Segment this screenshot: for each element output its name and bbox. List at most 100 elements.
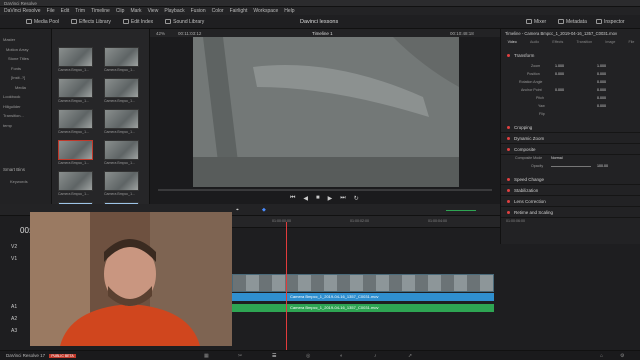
inspector-tab[interactable]: Transition <box>576 40 592 49</box>
bin-item[interactable]: Media <box>3 83 51 93</box>
menu-item[interactable]: View <box>148 8 159 14</box>
viewer-zoom[interactable]: 42% <box>156 31 165 36</box>
bin-item[interactable]: Master <box>3 35 51 45</box>
menu-item[interactable]: File <box>47 8 55 14</box>
opacity-value[interactable]: 100.00 <box>597 164 608 168</box>
menu-item[interactable]: Mark <box>130 8 141 14</box>
menu-item[interactable]: Clip <box>116 8 125 14</box>
audio-clip-a2[interactable]: Camera Bmpcc_1_2019-04-16_1357_C0031.mov <box>232 304 494 312</box>
zoom-x-value[interactable]: 1.000 <box>555 64 564 68</box>
rotation-value[interactable]: 0.000 <box>597 80 606 84</box>
enable-dot[interactable] <box>507 178 510 181</box>
inspector-section[interactable]: Stabilization <box>501 186 640 196</box>
composite-mode-select[interactable]: Normal <box>551 156 563 160</box>
track-label[interactable]: A3 <box>11 328 17 334</box>
loop-icon[interactable]: ↻ <box>354 195 359 202</box>
enable-dot[interactable] <box>507 126 510 129</box>
timeline-ruler[interactable]: 01:00:00:00 01:00:02:00 01:00:04:00 01:00:0… <box>232 216 525 228</box>
track-label[interactable]: V2 <box>11 244 17 250</box>
position-x-value[interactable]: 0.000 <box>555 72 564 76</box>
enable-dot[interactable] <box>507 211 510 214</box>
media-clip-thumbnail[interactable] <box>104 78 139 98</box>
enable-dot[interactable] <box>507 137 510 140</box>
menu-item[interactable]: Help <box>284 8 294 14</box>
inspector-tab[interactable]: Video <box>508 40 517 49</box>
inspector-button[interactable]: Inspector <box>590 15 631 29</box>
yaw-value[interactable]: 0.000 <box>597 104 606 108</box>
enable-dot[interactable] <box>507 189 510 192</box>
color-page-icon[interactable]: ◐ <box>340 353 343 359</box>
go-to-end-icon[interactable]: ⏭ <box>340 195 345 202</box>
media-clip-thumbnail[interactable] <box>104 47 139 67</box>
audio-clip-a1[interactable]: Camera Bmpcc_1_2019-04-16_1357_C0031.mov <box>232 293 494 301</box>
media-clip-thumbnail[interactable] <box>58 171 93 191</box>
bin-item[interactable]: Stone Titles <box>3 54 51 64</box>
sound-library-button[interactable]: Sound Library <box>159 15 210 29</box>
inspector-tab[interactable]: File <box>629 40 635 49</box>
media-clip-thumbnail[interactable] <box>104 171 139 191</box>
media-pool-button[interactable]: Media Pool <box>20 15 65 29</box>
media-clip-thumbnail[interactable] <box>104 140 139 160</box>
inspector-section[interactable]: Lens Correction <box>501 197 640 207</box>
inspector-tab[interactable]: Audio <box>530 40 539 49</box>
zoom-y-value[interactable]: 1.000 <box>597 64 606 68</box>
fusion-page-icon[interactable]: ◎ <box>306 353 310 359</box>
snapping-icon[interactable]: ◆ <box>262 207 266 213</box>
menu-item[interactable]: Workspace <box>253 8 278 14</box>
settings-icon[interactable]: ⚙ <box>620 353 624 359</box>
track-label[interactable]: A1 <box>11 304 17 310</box>
inspector-section[interactable]: Retime and Scaling <box>501 208 640 218</box>
menu-item[interactable]: Color <box>212 8 224 14</box>
rewind-icon[interactable]: ◀ <box>303 195 308 202</box>
zoom-slider[interactable] <box>446 210 476 211</box>
menu-item[interactable]: Playback <box>164 8 184 14</box>
go-to-start-icon[interactable]: ⏮ <box>290 195 295 202</box>
media-clip-thumbnail[interactable] <box>104 109 139 129</box>
enable-dot[interactable] <box>507 53 510 57</box>
keywords-bin[interactable]: Keywords <box>10 179 28 184</box>
metadata-button[interactable]: Metadata <box>552 15 593 29</box>
menu-item[interactable]: Edit <box>61 8 70 14</box>
menu-item[interactable]: Trim <box>75 8 85 14</box>
bin-item[interactable]: Lookbook <box>3 92 51 102</box>
inspector-tab[interactable]: Effects <box>552 40 563 49</box>
video-clip[interactable] <box>232 274 494 292</box>
anchor-x-value[interactable]: 0.000 <box>555 88 564 92</box>
media-clip-thumbnail[interactable] <box>58 109 93 129</box>
bin-item[interactable]: Fonts <box>3 64 51 74</box>
inspector-section[interactable]: Dynamic Zoom <box>501 134 640 144</box>
fairlight-page-icon[interactable]: ♪ <box>374 353 377 359</box>
inspector-section[interactable]: Composite <box>501 145 640 155</box>
track-label[interactable]: A2 <box>11 316 17 322</box>
section-transform[interactable]: Transform <box>501 50 640 60</box>
enable-dot[interactable] <box>507 200 510 203</box>
bin-item[interactable]: Hiliguilder <box>3 102 51 112</box>
pointer-tool-icon[interactable]: ⌖ <box>236 207 239 213</box>
pitch-value[interactable]: 0.000 <box>597 96 606 100</box>
inspector-section[interactable]: Cropping <box>501 123 640 133</box>
media-page-icon[interactable]: ▦ <box>204 353 209 359</box>
mixer-button[interactable]: Mixer <box>520 15 552 29</box>
playhead[interactable] <box>286 222 287 350</box>
cut-page-icon[interactable]: ✂ <box>238 353 242 359</box>
track-label[interactable]: V1 <box>11 256 17 262</box>
menu-item[interactable]: DaVinci Resolve <box>4 8 41 14</box>
anchor-y-value[interactable]: 0.000 <box>597 88 606 92</box>
timeline-name[interactable]: Timeline 1 <box>312 31 333 36</box>
effects-library-button[interactable]: Effects Library <box>65 15 117 29</box>
bin-item[interactable]: Motion Array <box>3 45 51 55</box>
edit-index-button[interactable]: Edit Index <box>117 15 159 29</box>
deliver-page-icon[interactable]: ➚ <box>408 353 412 359</box>
stop-icon[interactable]: ■ <box>316 195 320 202</box>
home-icon[interactable]: ⌂ <box>600 353 603 359</box>
media-clip-thumbnail[interactable] <box>58 47 93 67</box>
enable-dot[interactable] <box>507 148 510 151</box>
viewer-frame[interactable] <box>193 37 459 187</box>
bin-item[interactable]: [Instt..?] <box>3 73 51 83</box>
viewer-scrubber[interactable] <box>158 189 492 191</box>
menu-item[interactable]: Fusion <box>191 8 206 14</box>
media-clip-thumbnail[interactable] <box>58 78 93 98</box>
play-icon[interactable]: ▶ <box>328 195 333 202</box>
bin-item[interactable]: temp <box>3 121 51 131</box>
media-clip-thumbnail[interactable] <box>58 140 93 160</box>
